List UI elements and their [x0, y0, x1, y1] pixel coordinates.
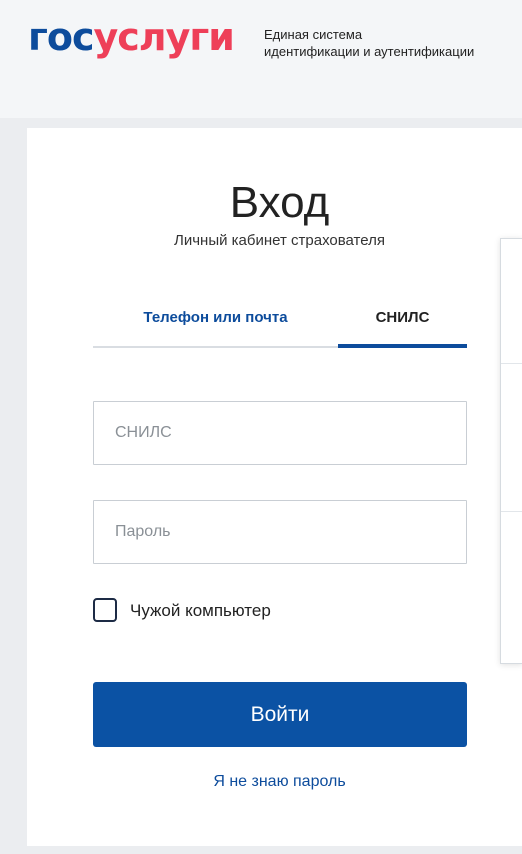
logo-part-uslugi: услуги	[93, 15, 235, 59]
logo-part-gos: гос	[28, 15, 94, 59]
snils-input[interactable]	[93, 401, 467, 465]
foreign-computer-checkbox[interactable]	[93, 598, 117, 622]
tagline-line-1: Единая система	[264, 27, 363, 42]
page-title: Вход	[229, 178, 330, 227]
gosuslugi-logo[interactable]: госуслуги	[28, 14, 235, 60]
panel-divider	[501, 363, 522, 364]
page-subtitle: Личный кабинет страхователя	[174, 232, 385, 249]
forgot-password-link[interactable]: Я не знаю пароль	[27, 773, 522, 791]
tab-phone-or-email[interactable]: Телефон или почта	[93, 300, 338, 346]
background-panel	[500, 238, 522, 664]
header-tagline: Единая система идентификации и аутентифи…	[264, 26, 474, 60]
tagline-line-2: идентификации и аутентификации	[264, 44, 475, 59]
foreign-computer-label[interactable]: Чужой компьютер	[130, 600, 271, 622]
password-input[interactable]	[93, 500, 467, 564]
site-header: госуслуги Единая система идентификации и…	[0, 0, 522, 118]
panel-divider	[501, 511, 522, 512]
tab-snils[interactable]: СНИЛС	[338, 300, 467, 348]
login-button[interactable]: Войти	[93, 682, 467, 747]
login-method-tabs: Телефон или почта СНИЛС	[93, 300, 467, 348]
